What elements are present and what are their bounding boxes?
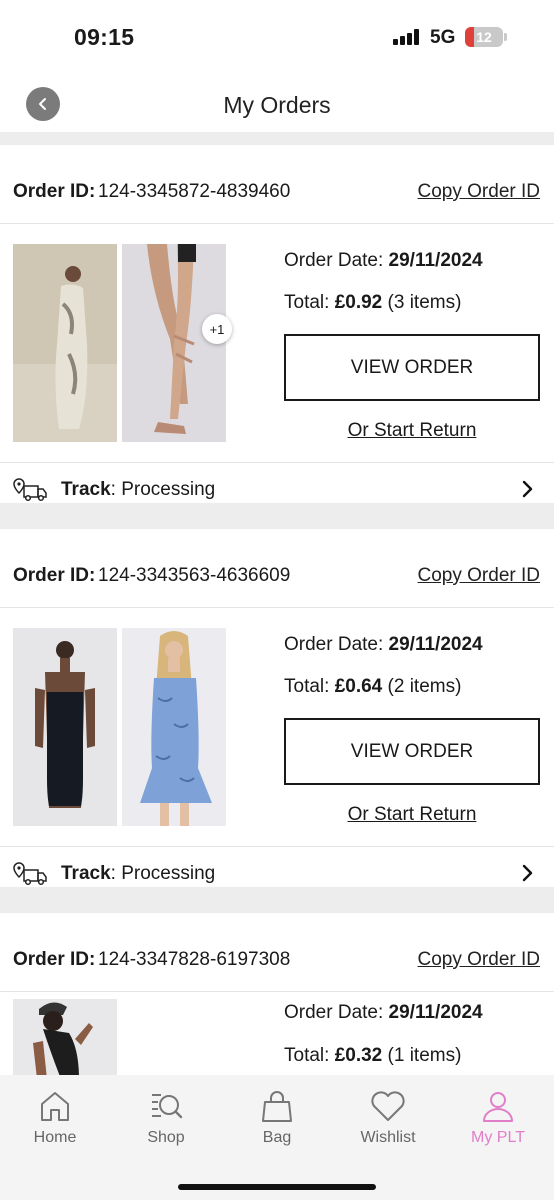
product-image[interactable] xyxy=(122,244,226,442)
start-return-link[interactable]: Or Start Return xyxy=(284,420,540,442)
chevron-right-icon xyxy=(522,864,533,882)
bag-icon xyxy=(262,1091,292,1122)
status-time: 09:15 xyxy=(74,24,135,50)
order-card: Order ID: 124-3343563-4636609 Copy Order… xyxy=(0,529,554,887)
copy-order-id-link[interactable]: Copy Order ID xyxy=(418,181,540,203)
order-id-label: Order ID: xyxy=(13,181,96,202)
nav-label: My PLT xyxy=(471,1129,525,1146)
product-image[interactable] xyxy=(122,628,226,826)
section-divider xyxy=(0,887,554,913)
order-id-value: 124-3343563-4636609 xyxy=(98,565,291,586)
network-type: 5G xyxy=(430,27,456,48)
nav-home[interactable]: Home xyxy=(5,1089,105,1147)
order-total: Total: £0.64 (2 items) xyxy=(284,676,462,697)
delivery-truck-icon xyxy=(13,862,47,886)
chevron-right-icon xyxy=(522,480,533,498)
order-id-row: Order ID: 124-3345872-4839460 Copy Order… xyxy=(0,145,554,224)
battery-icon: 12 xyxy=(465,27,503,47)
home-icon xyxy=(41,1092,69,1121)
delivery-truck-icon xyxy=(13,478,47,502)
nav-wishlist[interactable]: Wishlist xyxy=(338,1089,438,1147)
battery-level: 12 xyxy=(476,29,492,45)
nav-label: Shop xyxy=(147,1129,185,1146)
order-id-row: Order ID: 124-3347828-6197308 Copy Order… xyxy=(0,913,554,992)
product-image[interactable] xyxy=(13,628,117,826)
status-bar: 09:15 5G 12 xyxy=(0,0,554,70)
order-card: Order ID: 124-3345872-4839460 Copy Order… xyxy=(0,145,554,503)
order-id-value: 124-3347828-6197308 xyxy=(98,949,291,970)
header: My Orders xyxy=(0,70,554,132)
view-order-button[interactable]: VIEW ORDER xyxy=(284,718,540,785)
more-items-badge: +1 xyxy=(202,314,232,344)
track-status: Track: Processing xyxy=(61,863,216,884)
product-image[interactable] xyxy=(13,999,117,1075)
track-status: Track: Processing xyxy=(61,479,216,500)
order-id-label: Order ID: xyxy=(13,949,96,970)
nav-my-plt[interactable]: My PLT xyxy=(448,1089,548,1147)
section-divider xyxy=(0,503,554,529)
nav-label: Home xyxy=(33,1129,77,1146)
order-id-value: 124-3345872-4839460 xyxy=(98,181,291,202)
signal-icon xyxy=(393,29,421,45)
copy-order-id-link[interactable]: Copy Order ID xyxy=(418,565,540,587)
start-return-link[interactable]: Or Start Return xyxy=(284,804,540,826)
nav-label: Wishlist xyxy=(360,1129,416,1146)
order-date: Order Date: 29/11/2024 xyxy=(284,250,483,271)
shop-search-icon xyxy=(152,1094,183,1119)
home-indicator[interactable] xyxy=(178,1184,376,1190)
page-title: My Orders xyxy=(223,92,331,118)
order-date: Order Date: 29/11/2024 xyxy=(284,634,483,655)
section-divider xyxy=(0,132,554,145)
order-id-label: Order ID: xyxy=(13,565,96,586)
order-card: Order ID: 124-3347828-6197308 Copy Order… xyxy=(0,913,554,1075)
nav-label: Bag xyxy=(262,1129,292,1146)
product-image[interactable] xyxy=(13,244,117,442)
order-date: Order Date: 29/11/2024 xyxy=(284,1002,483,1023)
order-id-row: Order ID: 124-3343563-4636609 Copy Order… xyxy=(0,529,554,608)
bottom-nav: Home Shop Bag Wishlist My PLT xyxy=(0,1075,554,1200)
order-total: Total: £0.92 (3 items) xyxy=(284,292,462,313)
heart-icon xyxy=(371,1091,405,1121)
copy-order-id-link[interactable]: Copy Order ID xyxy=(418,949,540,971)
nav-shop[interactable]: Shop xyxy=(116,1089,216,1147)
user-icon xyxy=(483,1092,513,1122)
order-total: Total: £0.32 (1 items) xyxy=(284,1045,462,1066)
nav-bag[interactable]: Bag xyxy=(227,1089,327,1147)
view-order-button[interactable]: VIEW ORDER xyxy=(284,334,540,401)
